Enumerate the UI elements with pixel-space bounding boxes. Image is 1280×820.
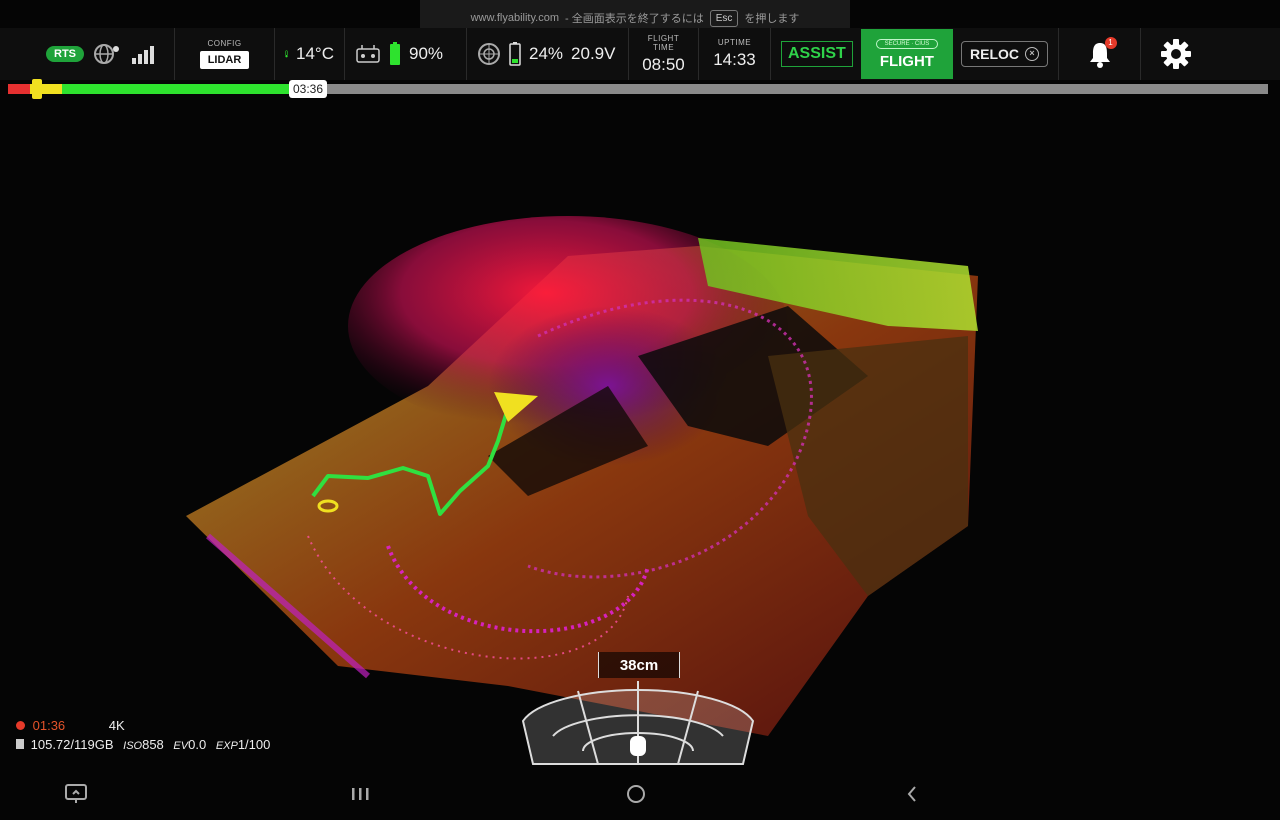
flight-timeline-bar[interactable] <box>8 79 1268 99</box>
uptime-value: 14:33 <box>713 50 756 69</box>
signal-strength-icon <box>132 46 154 64</box>
satellite-globe-icon <box>94 44 119 64</box>
recording-resolution: 4K <box>108 718 125 733</box>
flight-time-group: FLIGHT TIME 08:50 <box>629 28 699 80</box>
status-bar: RTS CONFIG LIDAR 14°C 90% 24% 20.9V FLIG… <box>0 28 1280 80</box>
home-circle-icon <box>627 785 645 803</box>
drone-battery-group: 24% 20.9V <box>467 28 629 80</box>
config-group: CONFIG LIDAR <box>175 28 275 80</box>
fullscreen-suffix: を押します <box>744 13 800 25</box>
assist-mode-button[interactable]: ASSIST <box>781 41 853 67</box>
mode-group: ASSIST SECURE · CIUS FLIGHT RELOC × <box>771 28 1059 80</box>
iso-value: 858 <box>142 737 164 752</box>
recording-info: 01:36 4K 105.72/119GB ISO858 EV0.0 EXP1/… <box>16 716 270 756</box>
camera-settings-row: 105.72/119GB ISO858 EV0.0 EXP1/100 <box>16 735 270 756</box>
controller-battery-group: 90% <box>345 28 467 80</box>
reloc-label: RELOC <box>970 46 1019 62</box>
flight-time-label: FLIGHT TIME <box>647 33 680 52</box>
controller-battery-icon <box>390 42 400 65</box>
gear-icon[interactable] <box>1160 38 1192 70</box>
drone-cage-icon <box>478 43 500 65</box>
exp-value: 1/100 <box>237 737 271 752</box>
lidar-config-button[interactable]: LIDAR <box>199 51 250 69</box>
link-status-group: RTS <box>0 28 175 80</box>
screen-mirror-button[interactable] <box>56 778 96 810</box>
notification-button[interactable]: 1 <box>1085 37 1117 69</box>
storage-value: 105.72/119GB <box>30 737 114 752</box>
controller-battery-value: 90% <box>409 44 444 63</box>
recent-apps-button[interactable] <box>340 778 380 810</box>
drone-battery-icon <box>509 42 521 66</box>
drone-battery-value: 24% <box>529 44 564 63</box>
recent-apps-icon <box>352 788 369 800</box>
settings-group <box>1141 28 1211 80</box>
recording-status-row: 01:36 4K <box>16 716 270 735</box>
flight-mode-label: FLIGHT <box>879 52 934 70</box>
reloc-close-icon[interactable]: × <box>1025 47 1039 61</box>
esc-key: Esc <box>709 9 739 27</box>
flight-time-value: 08:50 <box>642 54 685 74</box>
notification-group: 1 <box>1059 28 1141 80</box>
home-button[interactable] <box>616 778 656 810</box>
config-label: CONFIG <box>207 39 242 48</box>
reloc-button[interactable]: RELOC × <box>961 41 1048 67</box>
uptime-label: UPTIME <box>717 38 752 47</box>
voltage-value: 20.9V <box>571 44 616 63</box>
obstacle-distance-label: 38cm <box>598 652 680 678</box>
iso-prefix: ISO <box>123 740 143 752</box>
sd-card-icon <box>16 739 24 749</box>
timeline-red-segment <box>8 84 30 94</box>
ev-value: 0.0 <box>188 737 207 752</box>
flight-mode-sub-label: SECURE · CIUS <box>875 38 939 49</box>
recording-time: 01:36 <box>32 718 66 733</box>
system-navigation-bar <box>0 768 1280 820</box>
exp-prefix: EXP <box>215 740 238 752</box>
uptime-group: UPTIME 14:33 <box>699 28 771 80</box>
flight-mode-button[interactable]: SECURE · CIUS FLIGHT <box>860 29 953 79</box>
temperature-value: 14°C <box>296 44 334 63</box>
remote-controller-icon <box>356 45 380 63</box>
back-button[interactable] <box>892 778 932 810</box>
recording-dot-icon <box>16 721 25 730</box>
chevron-left-icon <box>907 786 916 802</box>
fullscreen-text: - 全画面表示を終了するには <box>565 13 704 25</box>
thermometer-icon <box>285 50 288 58</box>
fullscreen-url: www.flyability.com <box>470 12 560 24</box>
temperature-group: 14°C <box>275 28 345 80</box>
rts-badge: RTS <box>46 46 84 62</box>
cast-screen-icon <box>65 784 87 803</box>
notification-badge: 1 <box>1104 37 1117 49</box>
timeline-progress-fill <box>30 84 292 94</box>
ev-prefix: EV <box>173 740 189 752</box>
